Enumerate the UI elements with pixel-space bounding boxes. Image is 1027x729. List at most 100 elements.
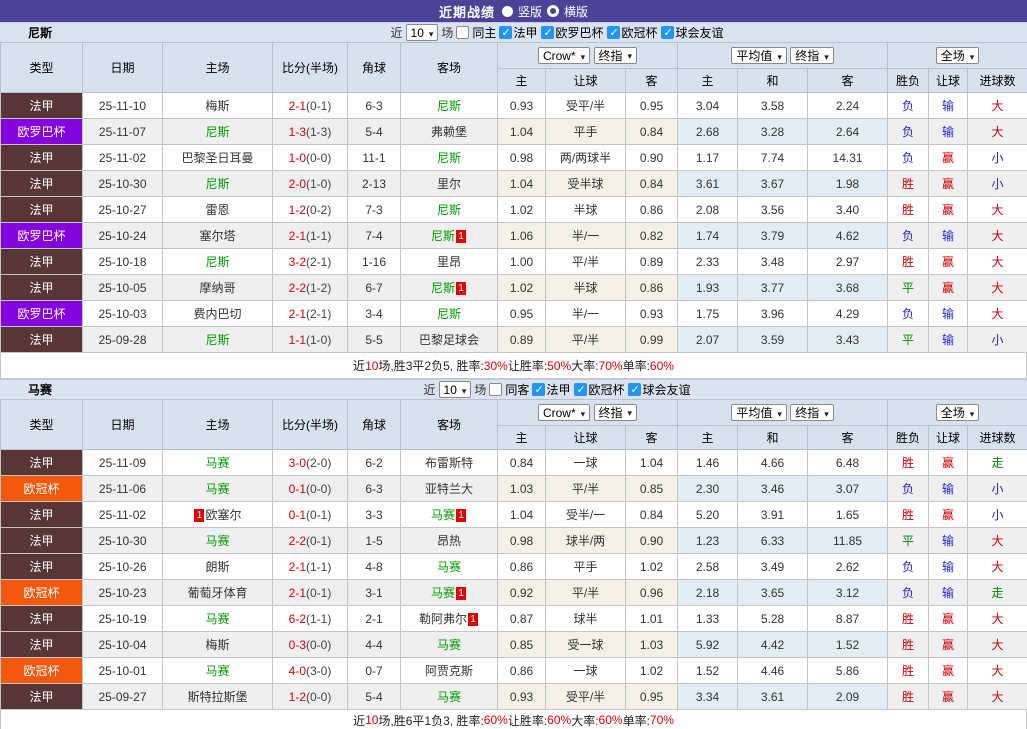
league-checkbox[interactable] xyxy=(574,383,588,396)
summary-text: 30% xyxy=(483,358,508,373)
away-team: 里尔 xyxy=(400,170,498,197)
avg-home: 3.34 xyxy=(677,683,739,710)
horizontal-layout-radio[interactable] xyxy=(547,5,559,17)
rank-badge: 1 xyxy=(456,509,466,522)
avg-home: 2.07 xyxy=(677,326,739,353)
scope-value: 全场 xyxy=(940,406,965,420)
col-header-avg-home: 主 xyxy=(677,68,739,93)
goals-result-cell: 大 xyxy=(967,631,1027,658)
odds-home: 1.04 xyxy=(497,118,546,145)
odds-group-header: Crow* 终指 xyxy=(496,399,679,426)
handicap-line: 平手 xyxy=(545,553,626,580)
home-team-name: 尼斯 xyxy=(205,177,230,191)
chevron-down-icon xyxy=(970,49,975,63)
league-checkbox[interactable] xyxy=(541,26,555,39)
away-team: 里昂 xyxy=(400,248,498,275)
league-badge: 法甲 xyxy=(0,92,83,119)
corner-count: 1-16 xyxy=(347,248,401,275)
league-checkbox[interactable] xyxy=(607,26,621,39)
league-checkbox[interactable] xyxy=(532,383,546,396)
half-time-score: (0-1) xyxy=(306,507,332,522)
avg-source-select[interactable]: 平均值 xyxy=(731,404,787,421)
avg-home: 1.52 xyxy=(677,657,739,684)
away-team: 阿贾克斯 xyxy=(400,657,498,684)
chevron-down-icon xyxy=(824,406,829,420)
odds-home: 0.98 xyxy=(497,527,546,554)
avg-draw: 3.28 xyxy=(737,118,809,145)
result-cell: 胜 xyxy=(887,196,930,223)
score-cell: 2-0(1-0) xyxy=(272,170,348,197)
vertical-layout-radio[interactable] xyxy=(501,5,513,17)
col-header-handicap-result: 让球 xyxy=(928,68,969,93)
match-row: 法甲 25-10-19 马赛 6-2(1-1) 2-1 勒阿弗尔 1 0.87 球半 1.01 1.… xyxy=(0,605,1027,632)
odds-home: 1.04 xyxy=(497,501,546,528)
odds-away: 1.04 xyxy=(624,449,679,476)
summary-text: 10 xyxy=(365,358,379,373)
league-checkbox[interactable] xyxy=(661,26,675,39)
away-team: 昂热 xyxy=(400,527,498,554)
result-cell: 胜 xyxy=(887,248,930,275)
same-venue-label: 同客 xyxy=(505,383,530,397)
scope-select[interactable]: 全场 xyxy=(935,404,980,421)
match-date: 25-10-24 xyxy=(82,222,163,249)
odds-home: 0.84 xyxy=(497,449,546,476)
odds-time-select[interactable]: 终指 xyxy=(593,403,638,421)
away-team: 勒阿弗尔 1 xyxy=(400,605,498,632)
match-row: 法甲 25-10-27 雷恩 1-2(0-2) 7-3 尼斯 1.02 半球 0.86 2.08 3… xyxy=(0,196,1027,223)
home-team: 塞尔塔 xyxy=(162,222,273,249)
avg-time-select[interactable]: 终指 xyxy=(790,404,834,421)
handicap-result-cell: 赢 xyxy=(928,449,969,476)
league-checkbox[interactable] xyxy=(628,383,642,396)
handicap-line: 一球 xyxy=(545,657,626,684)
league-badge: 欧罗巴杯 xyxy=(0,300,83,327)
same-venue-checkbox[interactable] xyxy=(489,383,503,396)
odds-away: 0.84 xyxy=(624,501,679,528)
summary-text: 场,胜3平2负5, 胜率: xyxy=(378,359,484,373)
team-section: 马赛 近 10 场 同客 法甲欧冠杯球会友谊 类型 xyxy=(0,379,1027,729)
score-cell: 2-1(0-1) xyxy=(272,579,348,606)
match-count-value: 10 xyxy=(443,382,457,397)
full-time-score: 2-2 xyxy=(288,533,306,548)
goals-result-cell: 大 xyxy=(967,118,1027,145)
home-team-name: 尼斯 xyxy=(205,333,230,347)
away-team-name: 亚特兰大 xyxy=(424,482,473,496)
corner-count: 3-1 xyxy=(347,579,401,606)
col-header-avg-away: 客 xyxy=(807,68,889,93)
away-team-name: 尼斯 xyxy=(430,229,455,243)
away-team-name: 马赛 xyxy=(436,690,461,704)
col-header-goals: 进球数 xyxy=(967,68,1027,93)
home-team: 尼斯 xyxy=(162,118,273,145)
result-cell: 胜 xyxy=(887,501,930,528)
avg-home: 2.30 xyxy=(677,475,739,502)
match-count-value: 10 xyxy=(410,25,424,40)
summary-row: 近 10 场,胜3平2负5, 胜率: 30% 让胜率: 50% 大率: 70% 单率: 60… xyxy=(0,353,1027,379)
odds-source-select[interactable]: Crow* xyxy=(537,404,591,422)
full-time-score: 1-2 xyxy=(288,689,306,704)
league-checkbox[interactable] xyxy=(499,26,513,39)
half-time-score: (1-1) xyxy=(306,611,332,626)
avg-home: 2.33 xyxy=(677,248,739,275)
away-team: 尼斯 xyxy=(400,196,498,223)
same-venue-checkbox[interactable] xyxy=(456,26,470,39)
avg-home: 1.23 xyxy=(677,527,739,554)
odds-home: 0.93 xyxy=(497,683,546,710)
handicap-result-cell: 输 xyxy=(928,579,969,606)
league-badge: 法甲 xyxy=(0,274,83,301)
summary-row: 近 10 场,胜6平1负3, 胜率: 60% 让胜率: 60% 大率: 60% 单率: 70… xyxy=(0,710,1027,729)
match-count-select[interactable]: 10 xyxy=(438,381,472,398)
scope-select[interactable]: 全场 xyxy=(935,47,980,64)
league-badge: 法甲 xyxy=(0,144,83,171)
avg-time-select[interactable]: 终指 xyxy=(790,47,834,64)
average-group-header: 平均值 终指 xyxy=(677,399,889,426)
odds-time-select[interactable]: 终指 xyxy=(593,46,638,64)
league-filters: 法甲 欧冠杯 球会友谊 xyxy=(532,381,693,398)
match-count-select[interactable]: 10 xyxy=(405,24,439,41)
score-cell: 2-1(0-1) xyxy=(272,92,348,119)
home-team-name: 雷恩 xyxy=(205,203,230,217)
match-date: 25-09-28 xyxy=(82,326,163,353)
odds-source-select[interactable]: Crow* xyxy=(537,47,591,65)
avg-source-select[interactable]: 平均值 xyxy=(731,47,787,64)
odds-away: 0.99 xyxy=(624,326,679,353)
odds-home: 0.86 xyxy=(497,657,546,684)
avg-home: 2.58 xyxy=(677,553,739,580)
